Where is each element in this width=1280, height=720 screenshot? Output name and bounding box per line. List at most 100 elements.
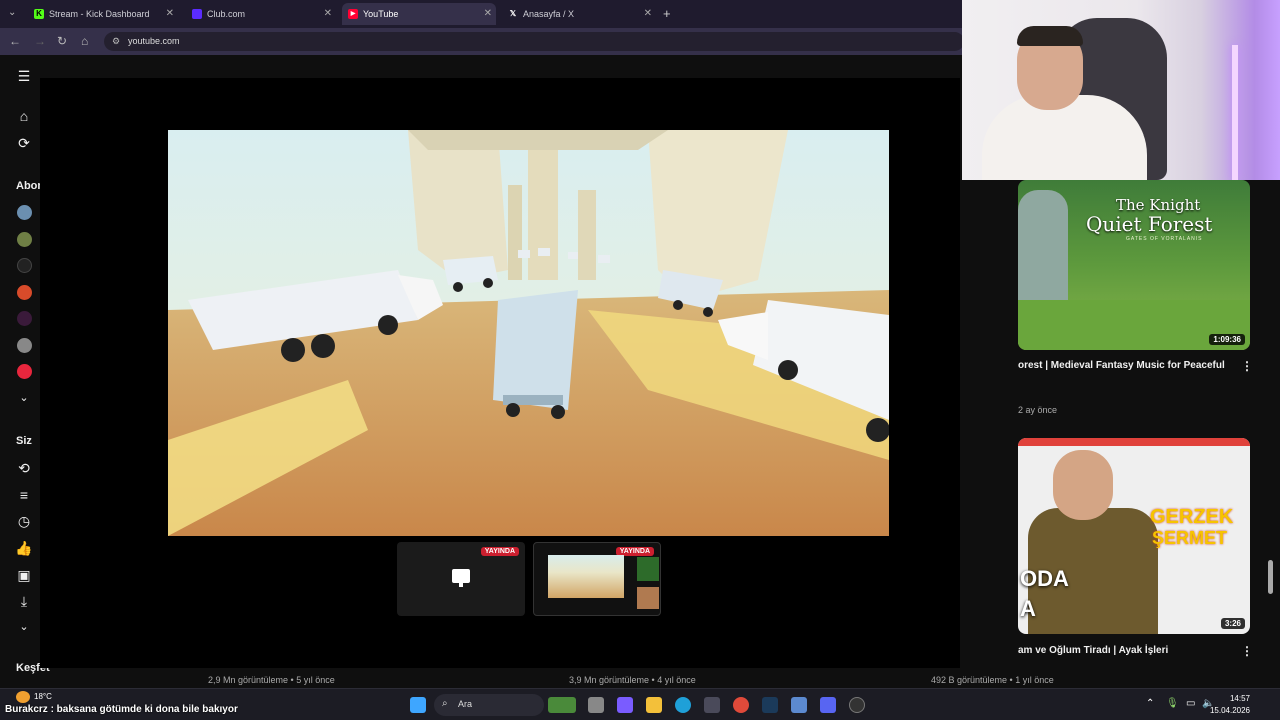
home-icon[interactable]: ⌂: [14, 106, 34, 126]
your-videos-icon[interactable]: ▣: [14, 565, 34, 585]
store-icon[interactable]: [704, 697, 720, 713]
video-player[interactable]: [168, 130, 889, 536]
edge-icon[interactable]: [675, 697, 691, 713]
network-icon[interactable]: ▭: [1186, 698, 1195, 709]
home-icon[interactable]: ⌂: [81, 34, 88, 48]
discord-icon[interactable]: [820, 697, 836, 713]
close-tab-icon[interactable]: ✕: [166, 8, 174, 19]
person-body: [982, 95, 1147, 180]
duration-badge: 3:26: [1220, 618, 1245, 629]
obs-icon[interactable]: [791, 697, 807, 713]
copilot-icon[interactable]: [617, 697, 633, 713]
chat-overlay-message: Burakcrz : baksana götümde ki dona bile …: [5, 704, 238, 715]
reload-icon[interactable]: ↻: [57, 34, 67, 48]
thumbnail-text: A: [1020, 596, 1036, 621]
forward-icon[interactable]: →: [34, 34, 46, 48]
channel-avatar[interactable]: [17, 311, 32, 326]
liked-videos-icon[interactable]: 👍: [14, 538, 34, 558]
you-section-label: Siz: [16, 435, 32, 447]
thumbnail-header-text: [1018, 438, 1250, 446]
close-tab-icon[interactable]: ✕: [324, 8, 332, 19]
channel-avatar[interactable]: [17, 338, 32, 353]
stream-scene-thumbnail[interactable]: YAYINDA: [397, 542, 525, 616]
game-scene-image: [168, 130, 889, 536]
taskbar-search[interactable]: ⌕ Ara: [434, 694, 544, 716]
tab-youtube[interactable]: ▶ YouTube ✕: [342, 3, 496, 25]
shorts-icon[interactable]: ⟳: [14, 133, 34, 153]
windows-start-icon[interactable]: [410, 697, 426, 713]
search-icon: ⌕: [442, 698, 448, 709]
clock-time: 14:57: [1229, 694, 1250, 703]
video-thumbnail[interactable]: The Knight Quiet Forest GATES OF VORTALA…: [1018, 180, 1250, 350]
new-tab-icon[interactable]: +: [663, 6, 671, 21]
url-text: youtube.com: [128, 36, 180, 46]
person-hair: [1017, 26, 1083, 46]
video-title[interactable]: am ve Oğlum Tiradı | Ayak İşleri: [1018, 645, 1168, 656]
clock[interactable]: 14:57 15.04.2026: [1210, 693, 1250, 717]
file-explorer-icon[interactable]: [646, 697, 662, 713]
thumbnail-text: ODA: [1020, 566, 1069, 591]
clock-date: 15.04.2026: [1209, 706, 1250, 715]
video-meta: 2 ay önce: [1018, 405, 1058, 415]
widget-icon[interactable]: [548, 697, 576, 713]
video-thumbnail[interactable]: GERZEK ŞERMET ODA A 3:26: [1018, 438, 1250, 634]
tab-label: Stream - Kick Dashboard: [49, 9, 150, 19]
kick-icon: K: [34, 9, 44, 19]
thumbnail-subtitle: GATES OF VORTALANIS: [1126, 236, 1203, 242]
webcam-overlay: [962, 0, 1280, 180]
close-tab-icon[interactable]: ✕: [644, 8, 652, 19]
site-info-icon[interactable]: ⚙: [112, 36, 120, 47]
club-icon: [192, 9, 202, 19]
steam-icon[interactable]: [762, 697, 778, 713]
task-view-icon[interactable]: [588, 697, 604, 713]
channel-avatar[interactable]: [17, 232, 32, 247]
tab-club[interactable]: Club.com ✕: [186, 3, 336, 25]
stream-scene-thumbnail[interactable]: YAYINDA: [533, 542, 661, 616]
scene-preview-game: [548, 555, 624, 598]
channel-avatar[interactable]: [17, 258, 32, 273]
scene-preview-cam: [637, 587, 659, 609]
tab-label: Club.com: [207, 9, 246, 19]
close-tab-icon[interactable]: ✕: [484, 8, 492, 19]
monitor-icon: [452, 569, 470, 583]
neon-light: [1232, 45, 1238, 180]
microphone-icon[interactable]: 🎙: [1166, 698, 1179, 709]
video-meta: 3,9 Mn görüntüleme • 4 yıl önce: [569, 675, 696, 685]
live-badge: YAYINDA: [480, 547, 519, 556]
weather-temp: 18°C: [34, 692, 52, 701]
scene-preview-cam: [637, 557, 659, 581]
channel-avatar[interactable]: [17, 364, 32, 379]
video-title[interactable]: orest | Medieval Fantasy Music for Peace…: [1018, 360, 1225, 371]
tray-chevron-icon[interactable]: ⌃: [1146, 698, 1154, 709]
url-field[interactable]: ⚙ youtube.com: [104, 32, 964, 51]
channel-avatar[interactable]: [17, 205, 32, 220]
tab-x[interactable]: 𝕏 Anasayfa / X ✕: [502, 3, 656, 25]
tab-label: Anasayfa / X: [523, 9, 575, 19]
video-meta: 2,9 Mn görüntüleme • 5 yıl önce: [208, 675, 335, 685]
x-icon: 𝕏: [509, 9, 517, 18]
app-icon[interactable]: [849, 697, 865, 713]
youtube-icon: ▶: [348, 9, 358, 19]
tab-label: YouTube: [363, 9, 399, 19]
menu-icon[interactable]: ☰: [14, 66, 34, 86]
playlists-icon[interactable]: ≡: [14, 485, 34, 505]
chevron-down-icon[interactable]: ⌄: [14, 617, 34, 637]
history-icon[interactable]: ⟲: [14, 458, 34, 478]
thumbnail-text: ŞERMET: [1152, 528, 1228, 548]
watch-later-icon[interactable]: ◷: [14, 511, 34, 531]
more-options-icon[interactable]: ⋮: [1241, 644, 1253, 658]
more-options-icon[interactable]: ⋮: [1241, 359, 1253, 373]
chrome-icon[interactable]: [733, 697, 749, 713]
back-icon[interactable]: ←: [9, 34, 21, 48]
thumbnail-text: GERZEK: [1150, 506, 1234, 528]
tab-kick-dashboard[interactable]: K Stream - Kick Dashboard ✕: [28, 3, 178, 25]
chevron-down-icon[interactable]: ⌄: [14, 388, 34, 408]
downloads-icon[interactable]: ⤓: [14, 591, 34, 611]
youtube-sidebar: ☰ ⌂ ⟳ Abon ⌄ Siz ⟲ ≡ ◷ 👍 ▣ ⤓ ⌄ Keşfet: [0, 55, 50, 685]
tab-search-chevron-icon[interactable]: ⌄: [8, 7, 16, 18]
search-label: Ara: [458, 699, 473, 709]
video-meta: 492 B görüntüleme • 1 yıl önce: [931, 675, 1054, 685]
thumbnail-title: Quiet Forest: [1086, 212, 1213, 236]
channel-avatar[interactable]: [17, 285, 32, 300]
scrollbar[interactable]: [1268, 560, 1273, 594]
